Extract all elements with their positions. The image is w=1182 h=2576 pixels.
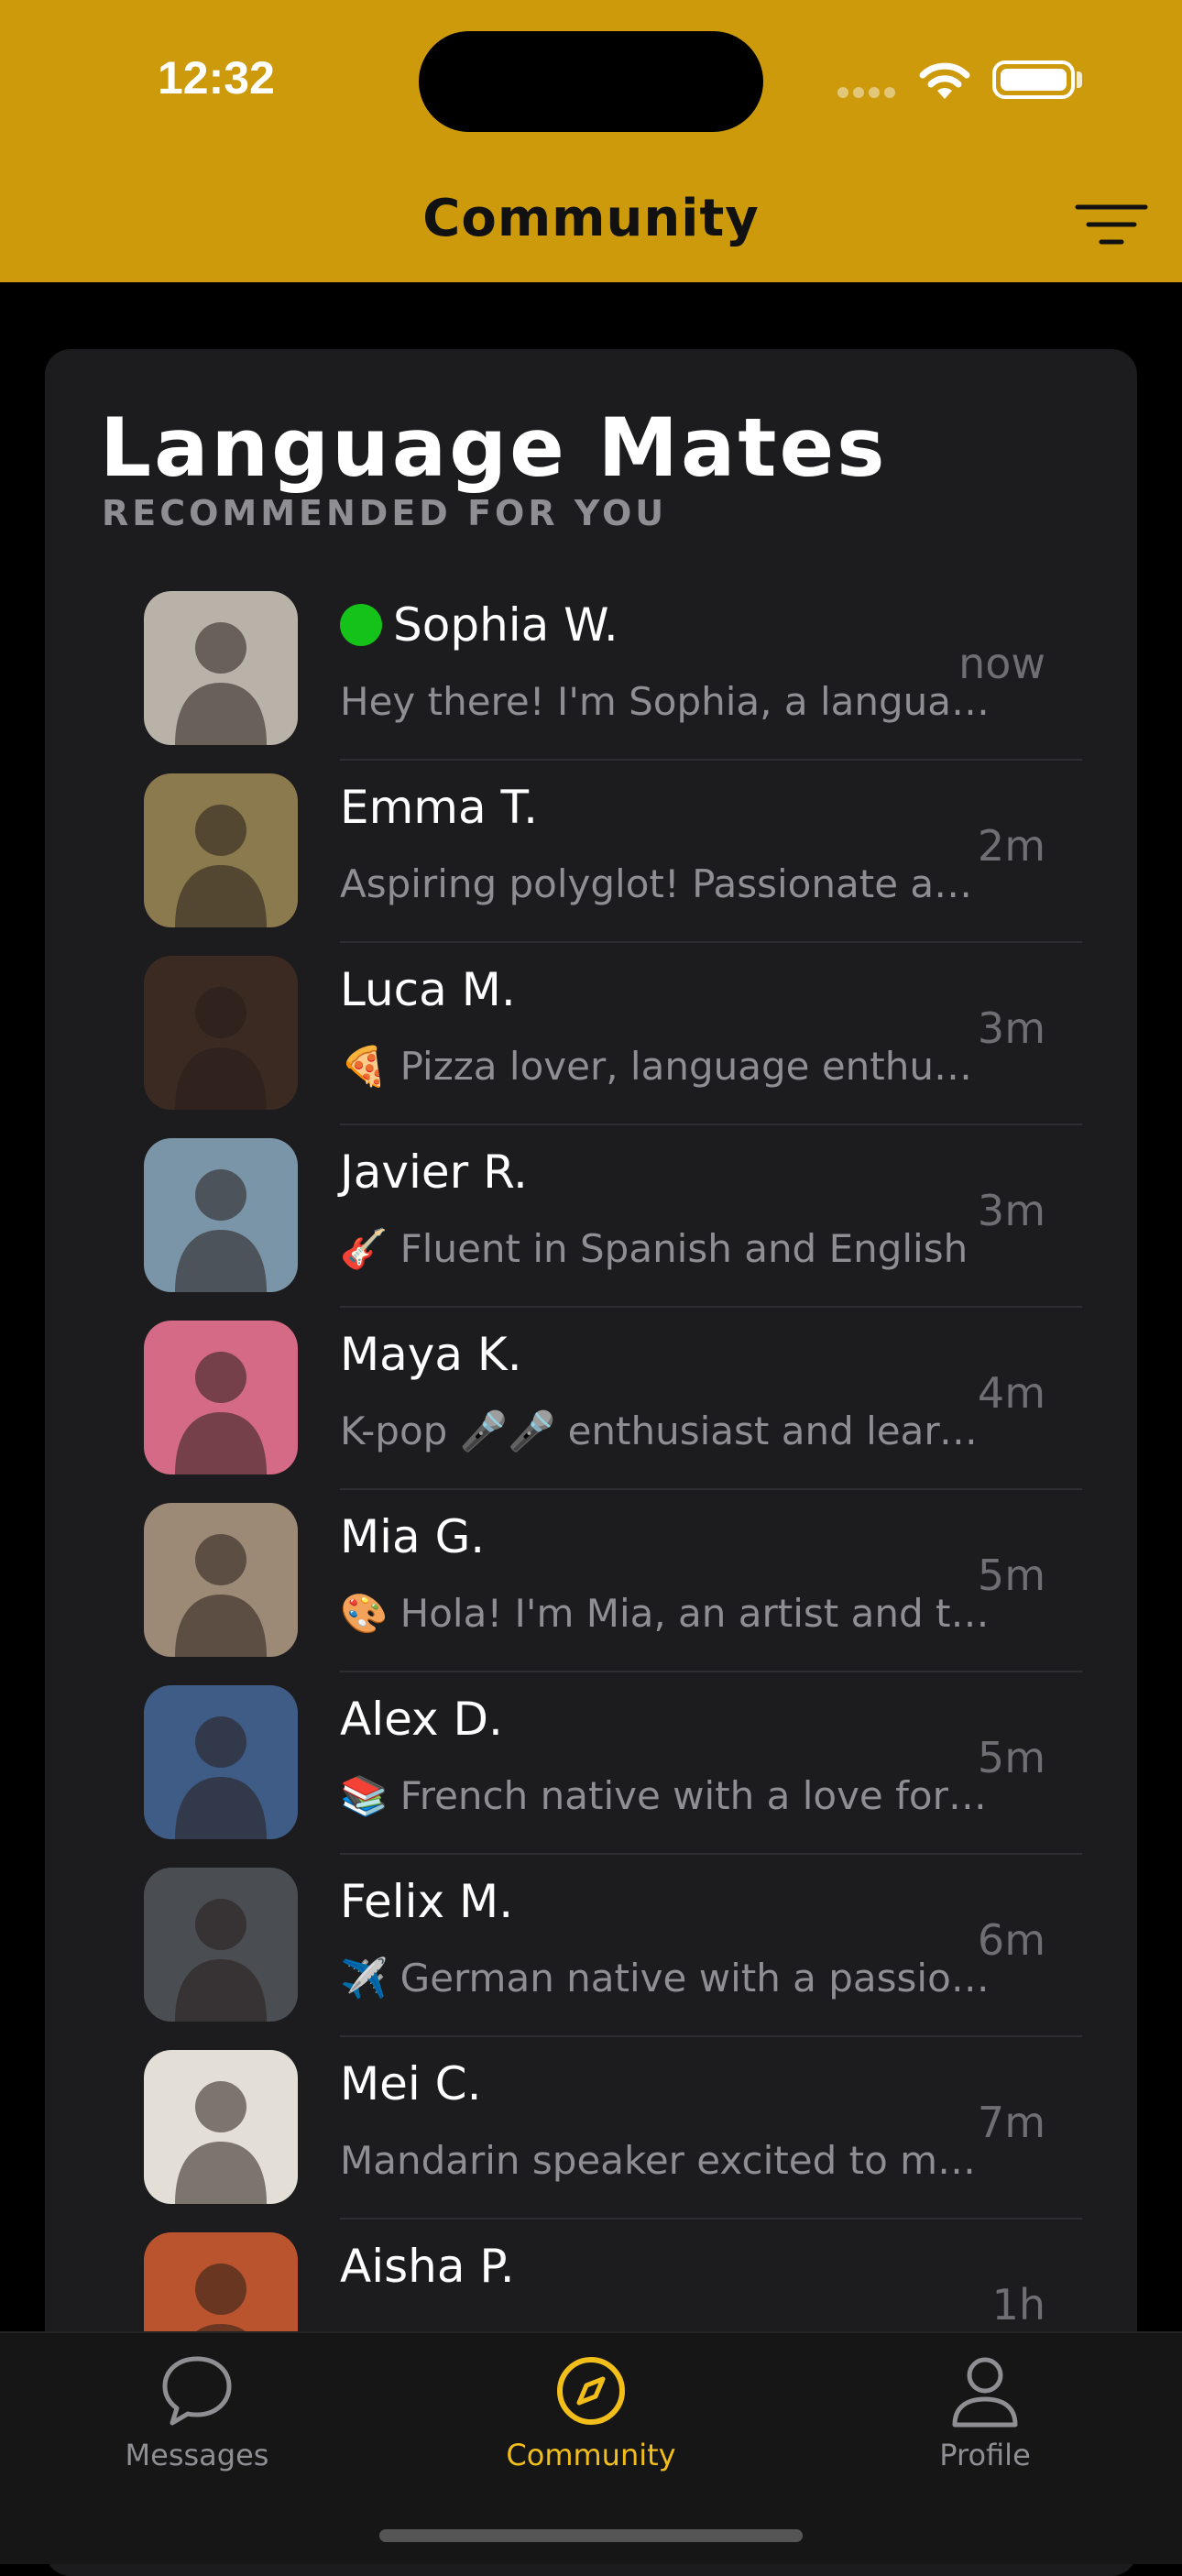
- language-mates-card: Language Mates RECOMMENDED FOR YOU Sophi…: [45, 349, 1137, 2576]
- tab-messages[interactable]: Messages: [60, 2351, 334, 2472]
- contact-row[interactable]: Luca M. 🍕 Pizza lover, language enthusia…: [45, 956, 1137, 1138]
- tab-community[interactable]: Community: [454, 2351, 728, 2472]
- contact-row[interactable]: Mei C. Mandarin speaker excited to meet …: [45, 2050, 1137, 2232]
- battery-cap: [1077, 71, 1082, 88]
- tab-profile[interactable]: Profile: [848, 2351, 1122, 2472]
- contact-list: Sophia W. Hey there! I'm Sophia, a langu…: [45, 591, 1137, 2415]
- avatar: [144, 956, 298, 1110]
- cellular-signal-icon: [837, 84, 900, 102]
- contact-name: Aisha P.: [340, 2240, 515, 2293]
- contact-snippet: K-pop 🎤🎤 enthusiast and learner: [340, 1409, 990, 1453]
- contact-name: Emma T.: [340, 781, 539, 834]
- contact-snippet: Aspiring polyglot! Passionate about lang…: [340, 861, 990, 906]
- tab-label: Profile: [939, 2438, 1031, 2472]
- battery-icon: [992, 60, 1075, 99]
- contact-name: Mia G.: [340, 1510, 486, 1563]
- contact-name: Maya K.: [340, 1328, 522, 1381]
- person-icon: [952, 2357, 1018, 2428]
- contact-name: Alex D.: [340, 1693, 503, 1746]
- contact-name: Luca M.: [340, 963, 516, 1016]
- divider: [340, 2218, 1082, 2220]
- contact-snippet: 🍕 Pizza lover, language enthusiast: [340, 1044, 990, 1089]
- contact-row[interactable]: Alex D. 📚 French native with a love for …: [45, 1685, 1137, 1868]
- app-header: 12:32 Community: [0, 0, 1182, 282]
- contact-snippet: 📚 French native with a love for books: [340, 1773, 990, 1818]
- divider: [340, 941, 1082, 943]
- contact-row[interactable]: Emma T. Aspiring polyglot! Passionate ab…: [45, 773, 1137, 956]
- contact-snippet: 🎨 Hola! I'm Mia, an artist and traveler: [340, 1591, 990, 1636]
- dynamic-island: [419, 31, 763, 132]
- avatar: [144, 1685, 298, 1839]
- divider: [340, 2035, 1082, 2037]
- tab-label: Messages: [125, 2438, 269, 2472]
- contact-row[interactable]: Mia G. 🎨 Hola! I'm Mia, an artist and tr…: [45, 1503, 1137, 1685]
- online-status-dot: [340, 604, 382, 646]
- contact-name: Javier R.: [340, 1145, 528, 1199]
- avatar: [144, 1138, 298, 1292]
- filter-lines-icon[interactable]: [1074, 202, 1149, 251]
- contact-time: 1h: [991, 2280, 1045, 2329]
- contact-snippet: Mandarin speaker excited to meet you: [340, 2138, 990, 2183]
- avatar: [144, 591, 298, 745]
- contact-row[interactable]: Maya K. K-pop 🎤🎤 enthusiast and learner …: [45, 1321, 1137, 1503]
- section-title: Language Mates: [100, 400, 888, 495]
- contact-time: 2m: [977, 821, 1045, 871]
- home-indicator: [379, 2529, 803, 2542]
- avatar: [144, 1868, 298, 2022]
- contact-name: Mei C.: [340, 2057, 482, 2110]
- compass-icon: [557, 2357, 625, 2425]
- contact-time: 6m: [977, 1915, 1045, 1965]
- contact-snippet: ✈️ German native with a passion for flyi…: [340, 1956, 990, 2001]
- contact-snippet: 🎸 Fluent in Spanish and English: [340, 1226, 969, 1271]
- contact-time: 5m: [977, 1733, 1045, 1782]
- divider: [340, 1124, 1082, 1125]
- contact-time: 7m: [977, 2098, 1045, 2147]
- wifi-icon: [916, 59, 973, 106]
- contact-time: 3m: [977, 1003, 1045, 1053]
- status-time: 12:32: [158, 52, 275, 104]
- contact-time: 4m: [977, 1368, 1045, 1418]
- page-title: Community: [422, 189, 760, 248]
- contact-time: 5m: [977, 1551, 1045, 1600]
- divider: [340, 1853, 1082, 1855]
- tab-label: Community: [506, 2438, 676, 2472]
- divider: [340, 1306, 1082, 1308]
- avatar: [144, 773, 298, 927]
- avatar: [144, 1321, 298, 1474]
- contact-snippet: Hey there! I'm Sophia, a language lover: [340, 679, 990, 724]
- contact-name: Sophia W.: [340, 598, 618, 652]
- avatar: [144, 1503, 298, 1657]
- contact-row[interactable]: Felix M. ✈️ German native with a passion…: [45, 1868, 1137, 2050]
- divider: [340, 1671, 1082, 1672]
- divider: [340, 1488, 1082, 1490]
- contact-name: Felix M.: [340, 1875, 514, 1928]
- avatar: [144, 2050, 298, 2204]
- contact-time: now: [958, 639, 1045, 688]
- divider: [340, 759, 1082, 761]
- contact-row[interactable]: Javier R. 🎸 Fluent in Spanish and Englis…: [45, 1138, 1137, 1321]
- contact-time: 3m: [977, 1186, 1045, 1235]
- chat-bubble-icon: [162, 2356, 232, 2426]
- section-subtitle: RECOMMENDED FOR YOU: [102, 493, 668, 533]
- contact-row[interactable]: Sophia W. Hey there! I'm Sophia, a langu…: [45, 591, 1137, 773]
